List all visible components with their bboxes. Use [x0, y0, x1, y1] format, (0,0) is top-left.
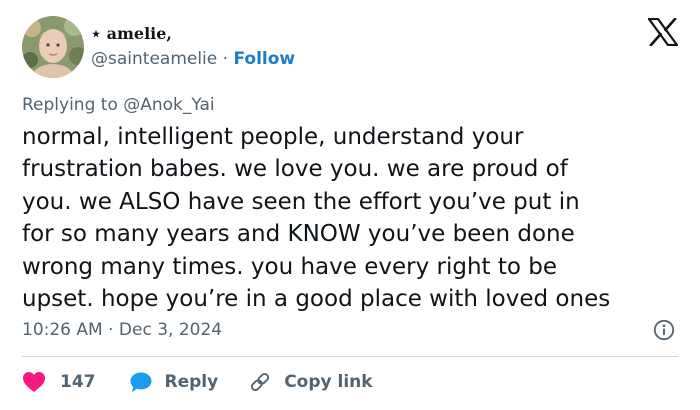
reply-button[interactable]: Reply: [129, 371, 219, 393]
tweet-text-line: normal, intelligent people, understand y…: [22, 124, 524, 150]
avatar-image: [22, 16, 84, 78]
action-bar: 147 Reply Copy link: [22, 370, 373, 394]
tweet-text-line: upset. hope you’re in a good place with …: [22, 286, 611, 313]
copy-link-button[interactable]: Copy link: [248, 371, 373, 393]
tweet-text-line: for so many years and KNOW you’ve been d…: [22, 221, 575, 248]
tweet-time: 10:26 AM: [22, 320, 103, 340]
user-handle[interactable]: @sainteamelie: [91, 49, 217, 69]
replying-to[interactable]: Replying to @Anok_Yai: [22, 94, 215, 116]
separator-dot: ·: [222, 49, 234, 69]
timestamp[interactable]: 10:26 AM · Dec 3, 2024: [22, 319, 222, 341]
reply-label: Reply: [164, 372, 219, 392]
tweet-text-line: frustration babes. we love you. we are p…: [22, 156, 568, 183]
divider: [22, 356, 678, 357]
link-icon: [248, 371, 272, 393]
like-button[interactable]: 147: [22, 371, 96, 393]
x-logo-icon[interactable]: [646, 17, 680, 47]
tweet-text-line: wrong many times. you have every right t…: [22, 253, 557, 280]
like-count: 147: [60, 372, 96, 392]
info-icon[interactable]: [653, 319, 675, 341]
copy-link-label: Copy link: [284, 372, 373, 392]
tweet-card: ⋆ amelie, @sainteamelie · Follow Replyin…: [0, 0, 700, 410]
separator-dot: ·: [108, 320, 119, 340]
tweet-date: Dec 3, 2024: [118, 320, 223, 340]
follow-button[interactable]: Follow: [233, 49, 295, 69]
heart-icon: [22, 371, 46, 393]
tweet-text-line: you. we ALSO have seen the effort you’ve…: [22, 188, 580, 215]
speech-bubble-icon: [129, 371, 153, 393]
tweet-text: normal, intelligent people, understand y…: [22, 121, 684, 315]
avatar[interactable]: [22, 16, 84, 78]
display-name[interactable]: ⋆ amelie,: [91, 24, 172, 44]
handle-row: @sainteamelie · Follow: [91, 48, 295, 70]
